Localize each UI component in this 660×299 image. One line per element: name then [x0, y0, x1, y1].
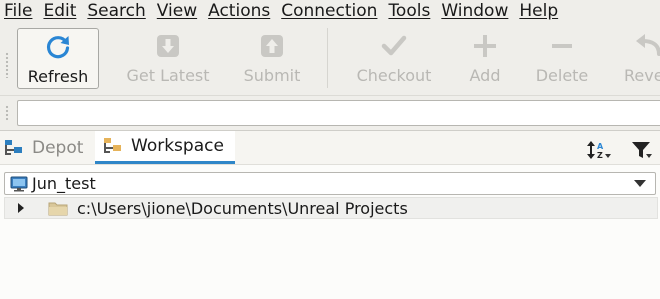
menu-bar: File Edit Search View Actions Connection… — [0, 0, 660, 22]
refresh-icon — [43, 32, 73, 62]
toolbar-grip[interactable] — [5, 52, 9, 78]
refresh-label: Refresh — [27, 67, 89, 86]
revert-button[interactable]: Reve — [618, 28, 660, 89]
workspace-name: Jun_test — [32, 174, 96, 193]
svg-text:Z: Z — [597, 151, 603, 160]
address-bar — [0, 95, 660, 130]
tab-bar-divider — [0, 164, 660, 165]
delete-button[interactable]: Delete — [532, 28, 592, 89]
tab-bar: Depot Workspace A Z — [0, 131, 660, 165]
menu-edit[interactable]: Edit — [37, 0, 81, 22]
menu-actions[interactable]: Actions — [202, 0, 275, 22]
get-latest-icon — [153, 31, 183, 61]
folder-icon — [48, 202, 68, 216]
computer-icon — [10, 176, 28, 191]
tab-depot[interactable]: Depot — [4, 131, 83, 164]
workspace-root-path: c:\Users\jione\Documents\Unreal Projects — [77, 198, 408, 218]
checkout-label: Checkout — [356, 66, 432, 85]
menu-tools[interactable]: Tools — [382, 0, 435, 22]
checkmark-icon — [379, 31, 409, 61]
workspace-icon — [103, 136, 123, 156]
sort-icon[interactable]: A Z — [586, 139, 614, 161]
menu-help[interactable]: Help — [513, 0, 563, 22]
depot-icon — [4, 138, 24, 158]
submit-icon — [257, 31, 287, 61]
tree-row[interactable]: c:\Users\jione\Documents\Unreal Projects — [4, 197, 658, 219]
delete-label: Delete — [535, 66, 589, 85]
toolbar: Refresh Get Latest Submit Checkout Add D… — [0, 22, 660, 95]
submit-button[interactable]: Submit — [238, 28, 306, 89]
menu-view[interactable]: View — [151, 0, 202, 22]
revert-label: Reve — [624, 66, 660, 85]
menu-connection[interactable]: Connection — [275, 0, 382, 22]
get-latest-label: Get Latest — [126, 66, 210, 85]
menu-search[interactable]: Search — [81, 0, 150, 22]
minus-icon — [547, 31, 577, 61]
submit-label: Submit — [243, 66, 301, 85]
menu-file[interactable]: File — [0, 0, 37, 22]
workspace-select[interactable]: Jun_test — [4, 172, 656, 195]
address-input[interactable] — [17, 100, 660, 126]
tab-workspace[interactable]: Workspace — [95, 131, 235, 164]
tab-depot-label: Depot — [32, 137, 84, 158]
chevron-down-icon[interactable] — [634, 180, 646, 187]
toolbar-separator — [327, 28, 328, 88]
svg-text:A: A — [597, 142, 604, 151]
checkout-button[interactable]: Checkout — [350, 28, 438, 89]
address-grip[interactable] — [5, 105, 9, 121]
add-label: Add — [469, 66, 501, 85]
menu-window[interactable]: Window — [435, 0, 513, 22]
refresh-button[interactable]: Refresh — [17, 28, 99, 89]
revert-icon — [632, 31, 660, 61]
workspace-panel: Depot Workspace A Z Jun_test c:\Users\ji… — [0, 130, 660, 299]
add-button[interactable]: Add — [462, 28, 508, 89]
expand-arrow-icon[interactable] — [18, 203, 24, 213]
filter-icon[interactable] — [628, 139, 656, 161]
tab-workspace-label: Workspace — [131, 136, 224, 156]
get-latest-button[interactable]: Get Latest — [120, 28, 216, 89]
plus-icon — [470, 31, 500, 61]
